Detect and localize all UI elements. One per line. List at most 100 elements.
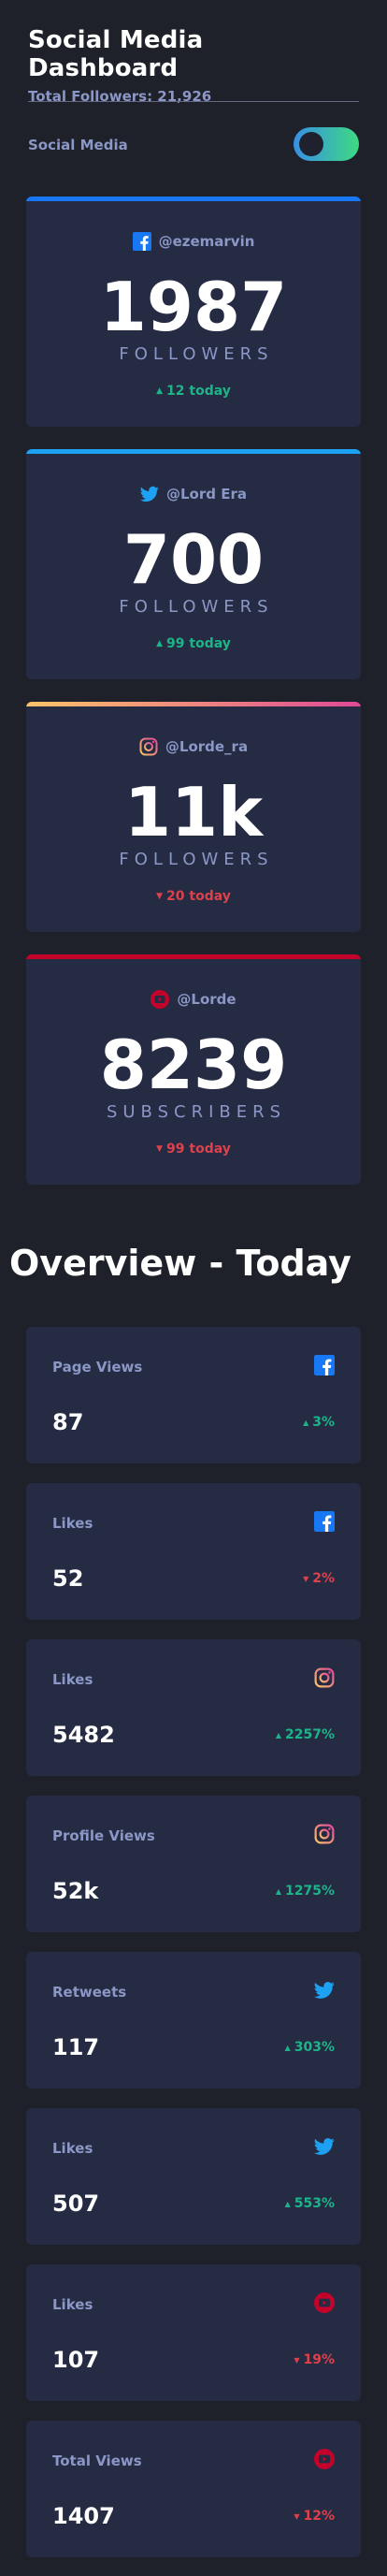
today-change-text: 99 today xyxy=(166,636,231,651)
arrow-up-icon: ▲ xyxy=(275,1886,281,1896)
overview-percent-text: 2% xyxy=(312,1571,335,1586)
today-change: ▼ 20 today xyxy=(26,889,361,904)
overview-card: Likes 52 ▼ 2% xyxy=(26,1483,361,1620)
facebook-icon xyxy=(132,232,151,251)
arrow-down-icon: ▼ xyxy=(294,2511,300,2521)
header-divider xyxy=(28,101,359,102)
overview-label: Likes xyxy=(52,1671,93,1688)
overview-percent: ▼ 12% xyxy=(294,2509,335,2524)
overview-value: 117 xyxy=(52,2034,100,2060)
arrow-up-icon: ▲ xyxy=(284,2043,291,2052)
follower-count: 8239 xyxy=(99,1026,288,1104)
follower-count: 1987 xyxy=(99,268,288,346)
card-handle: @ezemarvin xyxy=(158,233,255,250)
arrow-down-icon: ▼ xyxy=(303,1574,309,1583)
dashboard: Social Media Dashboard Total Followers: … xyxy=(0,0,387,2576)
card-handle: @Lord Era xyxy=(166,486,247,502)
arrow-up-icon: ▲ xyxy=(303,1418,309,1427)
overview-value: 87 xyxy=(52,1409,84,1435)
card-handle: @Lorde_ra xyxy=(165,738,249,755)
handle-row: @Lorde_ra xyxy=(26,737,361,756)
arrow-down-icon: ▼ xyxy=(156,1144,164,1154)
arrow-down-icon: ▼ xyxy=(294,2355,300,2365)
overview-label: Retweets xyxy=(52,1984,127,2001)
overview-percent: ▲ 303% xyxy=(285,2040,335,2055)
arrow-up-icon: ▲ xyxy=(284,2199,291,2208)
follower-unit: SUBSCRIBERS xyxy=(106,1102,287,1122)
overview-label: Profile Views xyxy=(52,1827,155,1844)
arrow-up-icon: ▲ xyxy=(275,1730,281,1739)
overview-percent-text: 2257% xyxy=(285,1727,335,1742)
toggle-knob[interactable] xyxy=(299,132,323,156)
theme-toggle[interactable] xyxy=(294,127,359,161)
youtube-icon xyxy=(150,990,170,1009)
overview-card: Profile Views 52k ▲ 1275% xyxy=(26,1796,361,1932)
today-change-text: 99 today xyxy=(166,1142,231,1157)
overview-value: 1407 xyxy=(52,2503,115,2529)
overview-label: Likes xyxy=(52,1515,93,1532)
overview-card: Retweets 117 ▲ 303% xyxy=(26,1952,361,2088)
overview-label: Page Views xyxy=(52,1359,143,1375)
page-title: Social Media Dashboard xyxy=(28,26,204,82)
overview-percent: ▼ 19% xyxy=(294,2352,335,2367)
overview-card: Total Views 1407 ▼ 12% xyxy=(26,2421,361,2557)
overview-label: Total Views xyxy=(52,2452,142,2469)
overview-percent: ▲ 3% xyxy=(303,1415,335,1430)
card-accent-bar xyxy=(26,954,361,959)
card-accent-bar xyxy=(26,196,361,201)
overview-percent: ▼ 2% xyxy=(303,1571,335,1586)
today-change: ▲ 99 today xyxy=(26,636,361,651)
overview-card: Likes 507 ▲ 553% xyxy=(26,2108,361,2245)
overview-value: 507 xyxy=(52,2190,100,2217)
handle-row: @Lord Era xyxy=(26,485,361,503)
overview-percent-text: 19% xyxy=(303,2352,335,2367)
overview-percent: ▲ 1275% xyxy=(276,1884,335,1899)
today-change-text: 12 today xyxy=(166,384,231,399)
follower-card-twitter: @Lord Era 700 FOLLOWERS ▲ 99 today xyxy=(26,449,361,679)
overview-value: 52 xyxy=(52,1565,84,1592)
toggle-label: Social Media xyxy=(28,137,128,153)
today-change: ▼ 99 today xyxy=(26,1142,361,1157)
facebook-icon xyxy=(314,1355,335,1375)
card-handle: @Lorde xyxy=(177,991,236,1008)
follower-count: 700 xyxy=(122,520,265,599)
overview-label: Likes xyxy=(52,2140,93,2157)
header: Social Media Dashboard Total Followers: … xyxy=(28,26,359,105)
follower-count: 11k xyxy=(123,773,264,851)
today-change-text: 20 today xyxy=(166,889,231,904)
twitter-icon xyxy=(140,485,159,503)
overview-card: Page Views 87 ▲ 3% xyxy=(26,1327,361,1463)
overview-percent-text: 553% xyxy=(294,2196,335,2211)
follower-unit: FOLLOWERS xyxy=(119,850,274,869)
instagram-icon xyxy=(314,1667,335,1688)
overview-percent-text: 303% xyxy=(294,2040,335,2055)
handle-row: @ezemarvin xyxy=(26,232,361,251)
today-change: ▲ 12 today xyxy=(26,384,361,399)
overview-value: 52k xyxy=(52,1878,99,1904)
arrow-down-icon: ▼ xyxy=(156,892,164,901)
twitter-icon xyxy=(314,1980,335,2001)
overview-card: Likes 107 ▼ 19% xyxy=(26,2264,361,2401)
overview-card: Likes 5482 ▲ 2257% xyxy=(26,1639,361,1776)
overview-value: 5482 xyxy=(52,1722,115,1748)
overview-value: 107 xyxy=(52,2347,100,2373)
follower-unit: FOLLOWERS xyxy=(119,344,274,364)
arrow-up-icon: ▲ xyxy=(156,639,164,648)
overview-percent: ▲ 553% xyxy=(285,2196,335,2211)
facebook-icon xyxy=(314,1511,335,1532)
follower-card-youtube: @Lorde 8239 SUBSCRIBERS ▼ 99 today xyxy=(26,954,361,1185)
overview-label: Likes xyxy=(52,2296,93,2313)
twitter-icon xyxy=(314,2136,335,2157)
card-accent-bar xyxy=(26,702,361,706)
overview-title: Overview - Today xyxy=(9,1243,351,1284)
theme-toggle-row: Social Media xyxy=(28,127,359,165)
instagram-icon xyxy=(139,737,158,756)
follower-unit: FOLLOWERS xyxy=(119,597,274,617)
overview-percent-text: 1275% xyxy=(285,1884,335,1899)
youtube-icon xyxy=(314,2292,335,2313)
overview-percent: ▲ 2257% xyxy=(276,1727,335,1742)
overview-percent-text: 12% xyxy=(303,2509,335,2524)
overview-percent-text: 3% xyxy=(312,1415,335,1430)
follower-card-facebook: @ezemarvin 1987 FOLLOWERS ▲ 12 today xyxy=(26,196,361,427)
handle-row: @Lorde xyxy=(26,990,361,1009)
